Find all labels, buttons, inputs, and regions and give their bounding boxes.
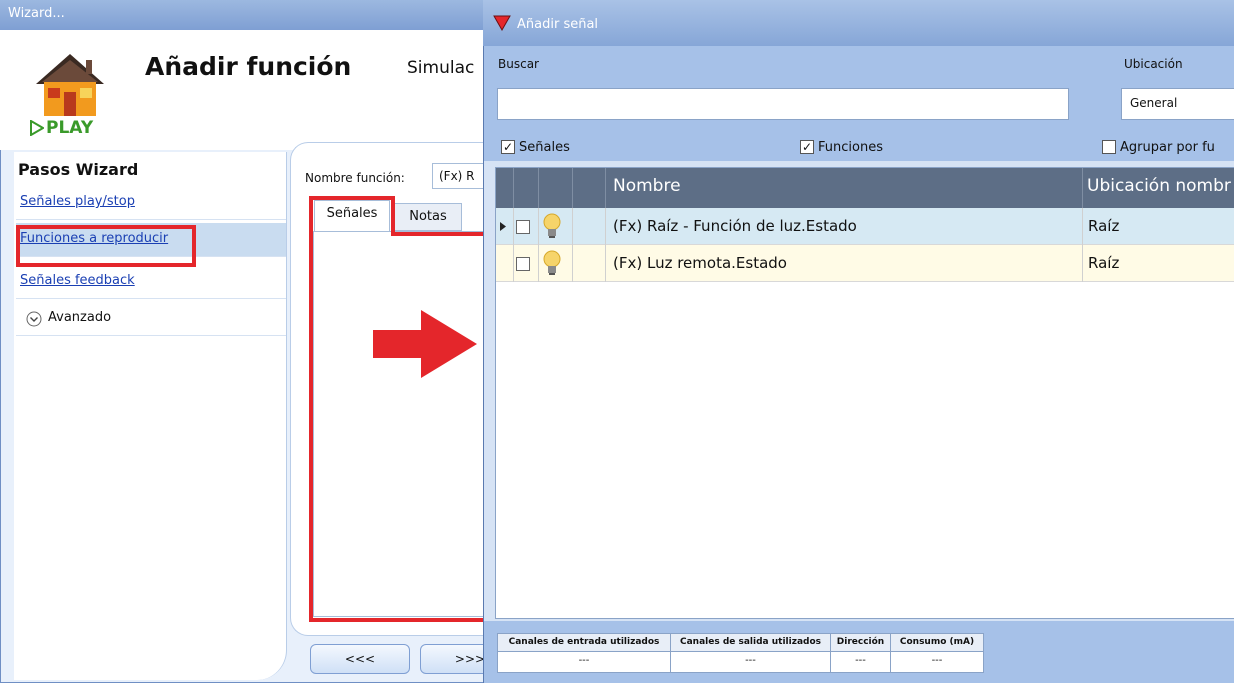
stats-col-consumption: Consumo (mA) --- [891, 634, 983, 672]
table-row[interactable]: (Fx) Luz remota.Estado Raíz [496, 245, 1234, 282]
checkbox-checked-icon: ✓ [800, 140, 814, 154]
stats-col-output: Canales de salida utilizados --- [671, 634, 831, 672]
tab-simulacion[interactable]: Simulac [407, 58, 474, 78]
stats-value: --- [855, 655, 866, 666]
row-name: (Fx) Luz remota.Estado [613, 254, 787, 272]
house-play-logo-icon [36, 54, 104, 116]
step-senales-feedback[interactable]: Señales feedback [16, 265, 286, 299]
functions-checkbox[interactable]: ✓ Funciones [800, 137, 883, 157]
row-checkbox[interactable] [516, 257, 530, 271]
checkbox-unchecked-icon [1102, 140, 1116, 154]
signals-checkbox[interactable]: ✓ Señales [501, 137, 570, 157]
location-label: Ubicación [1124, 57, 1183, 71]
highlight-line-bottom [309, 618, 485, 622]
dialog-title: Añadir señal [517, 17, 599, 32]
location-select[interactable]: General [1121, 88, 1234, 120]
stats-value: --- [931, 655, 943, 666]
logo-text: PLAY [46, 118, 94, 138]
tab-content [313, 231, 485, 617]
lightbulb-icon [543, 213, 561, 238]
functions-checkbox-label: Funciones [818, 139, 883, 155]
row-checkbox[interactable] [516, 220, 530, 234]
wizard-title: Wizard... [8, 6, 65, 21]
tab-notas[interactable]: Notas [394, 203, 462, 231]
search-label: Buscar [498, 57, 539, 71]
stats-header: Canales de entrada utilizados [498, 634, 670, 652]
stats-header: Dirección [831, 634, 890, 652]
chevron-down-icon [26, 311, 42, 327]
step-link[interactable]: Señales feedback [20, 273, 135, 288]
signals-checkbox-label: Señales [519, 139, 570, 155]
red-triangle-icon [493, 15, 511, 32]
stats-col-input: Canales de entrada utilizados --- [498, 634, 671, 672]
table-row[interactable]: (Fx) Raíz - Función de luz.Estado Raíz [496, 208, 1234, 245]
stats-col-address: Dirección --- [831, 634, 891, 672]
highlight-box-tab [309, 196, 395, 236]
group-by-checkbox[interactable]: Agrupar por fu [1102, 137, 1215, 157]
stats-value: --- [578, 655, 590, 666]
highlight-line-left [309, 232, 313, 622]
step-link[interactable]: Señales play/stop [20, 194, 135, 209]
group-by-checkbox-label: Agrupar por fu [1120, 139, 1215, 155]
function-name-field[interactable]: (Fx) R [432, 163, 485, 189]
red-arrow-icon [373, 310, 477, 378]
checkbox-checked-icon: ✓ [501, 140, 515, 154]
stats-header: Consumo (mA) [891, 634, 983, 652]
steps-title: Pasos Wizard [18, 160, 139, 179]
row-name: (Fx) Raíz - Función de luz.Estado [613, 217, 857, 235]
page-title: Añadir función [145, 52, 352, 81]
step-senales-play-stop[interactable]: Señales play/stop [16, 186, 286, 220]
column-header-location[interactable]: Ubicación nombr [1087, 176, 1231, 196]
stats-table: Canales de entrada utilizados --- Canale… [497, 633, 984, 673]
wizard-titlebar[interactable]: Wizard... [0, 0, 483, 30]
play-triangle-icon [30, 120, 44, 136]
stats-value: --- [745, 655, 756, 666]
stats-header: Canales de salida utilizados [671, 634, 830, 652]
function-name-label: Nombre función: [305, 171, 405, 185]
column-header-name[interactable]: Nombre [613, 176, 681, 196]
highlight-line-top [391, 232, 485, 236]
lightbulb-icon [543, 250, 561, 275]
search-input[interactable] [497, 88, 1069, 120]
highlight-box-step [16, 225, 196, 267]
row-indicator-icon [500, 222, 506, 231]
row-location: Raíz [1088, 254, 1120, 272]
advanced-expander[interactable]: Avanzado [16, 302, 286, 336]
advanced-label: Avanzado [48, 310, 112, 325]
previous-button[interactable]: <<< [310, 644, 410, 674]
row-location: Raíz [1088, 217, 1120, 235]
